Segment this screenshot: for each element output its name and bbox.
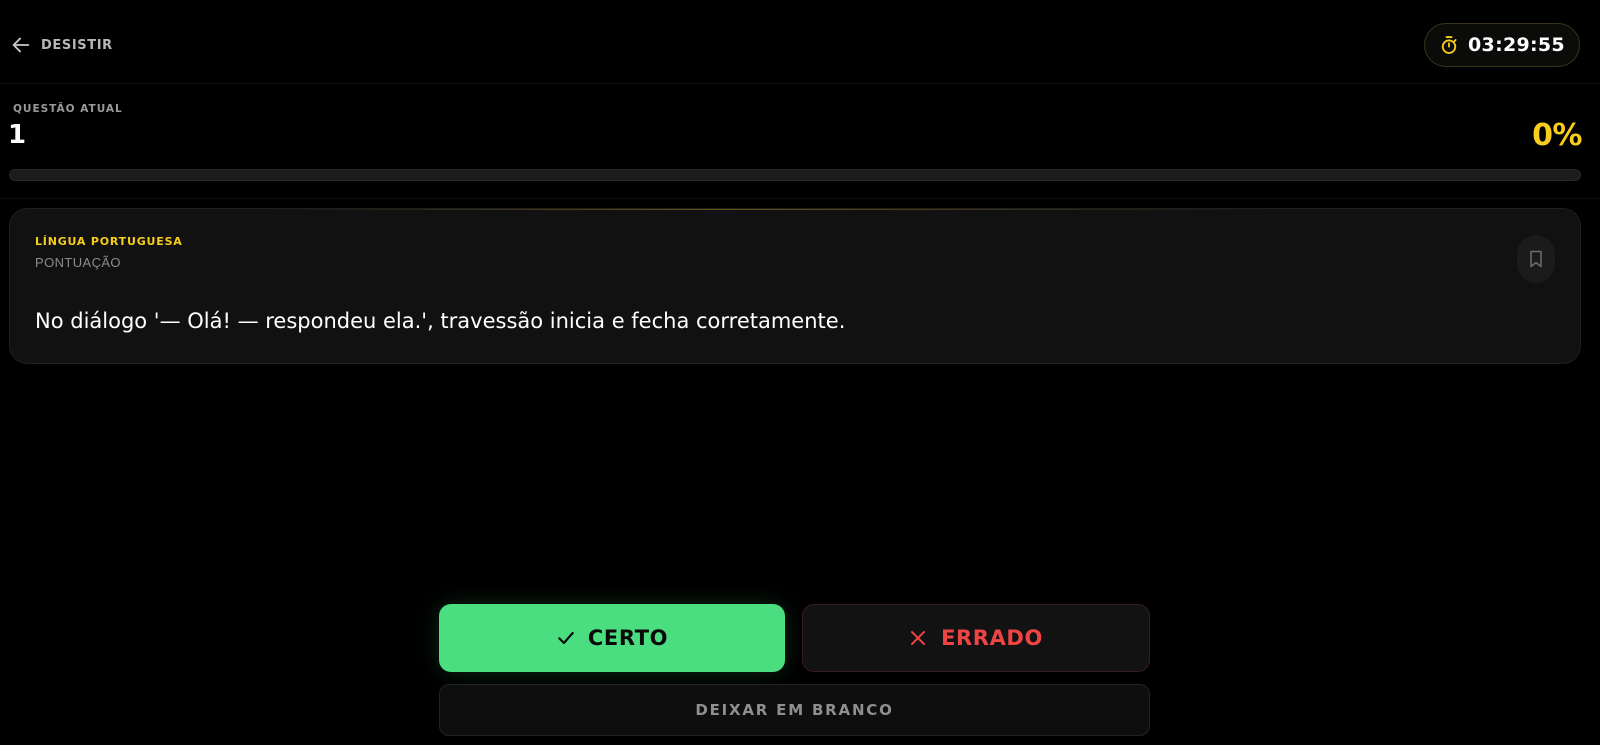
errado-button[interactable]: ERRADO xyxy=(802,604,1150,672)
question-card: LÍNGUA PORTUGUESA PONTUAÇÃO No diálogo '… xyxy=(9,208,1581,364)
arrow-left-icon xyxy=(10,34,32,56)
top-bar: DESISTIR 03:29:55 xyxy=(0,0,1600,84)
certo-label: CERTO xyxy=(587,626,669,650)
bookmark-icon xyxy=(1528,250,1544,268)
leave-blank-label: DEIXAR EM BRANCO xyxy=(695,701,894,719)
question-statement: No diálogo '— Olá! — respondeu ela.', tr… xyxy=(35,309,846,333)
progress-section: QUESTÃO ATUAL 1 0% xyxy=(0,84,1600,199)
back-label: DESISTIR xyxy=(41,37,113,53)
quiz-page: DESISTIR 03:29:55 QUESTÃO ATUAL 1 0% LÍN… xyxy=(0,0,1600,745)
errado-label: ERRADO xyxy=(941,626,1043,650)
question-subject: LÍNGUA PORTUGUESA xyxy=(35,235,183,248)
stopwatch-icon xyxy=(1439,35,1459,55)
current-question-number: 1 xyxy=(8,120,27,150)
bookmark-button[interactable] xyxy=(1517,235,1555,283)
check-icon xyxy=(556,628,576,648)
timer-value: 03:29:55 xyxy=(1468,34,1565,56)
progress-percent: 0% xyxy=(1532,118,1582,153)
back-button[interactable]: DESISTIR xyxy=(10,32,113,58)
card-top-glow xyxy=(270,209,1270,210)
x-icon xyxy=(909,629,927,647)
timer-badge: 03:29:55 xyxy=(1424,23,1580,67)
question-topic: PONTUAÇÃO xyxy=(35,255,121,270)
progress-bar xyxy=(9,169,1581,181)
current-question-label: QUESTÃO ATUAL xyxy=(13,103,123,115)
leave-blank-button[interactable]: DEIXAR EM BRANCO xyxy=(439,684,1150,736)
certo-button[interactable]: CERTO xyxy=(439,604,785,672)
